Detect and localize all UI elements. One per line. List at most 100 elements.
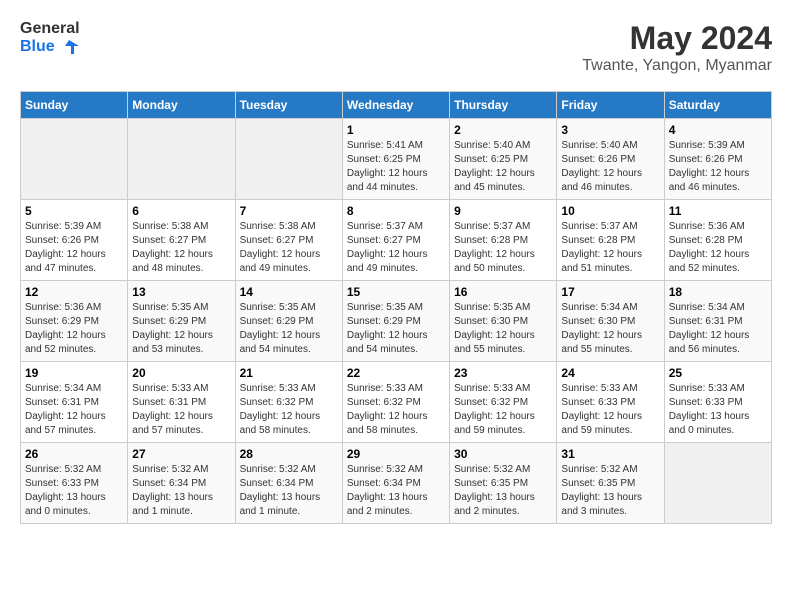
day-info: Sunrise: 5:40 AMSunset: 6:26 PMDaylight:… <box>561 139 659 195</box>
day-cell: 29 Sunrise: 5:32 AMSunset: 6:34 PMDayligh… <box>342 443 449 524</box>
subtitle: Twante, Yangon, Myanmar <box>582 57 772 75</box>
day-number: 9 <box>454 204 552 218</box>
day-info: Sunrise: 5:34 AMSunset: 6:31 PMDaylight:… <box>25 382 123 438</box>
day-number: 18 <box>669 285 767 299</box>
day-info: Sunrise: 5:34 AMSunset: 6:31 PMDaylight:… <box>669 301 767 357</box>
day-info: Sunrise: 5:35 AMSunset: 6:29 PMDaylight:… <box>132 301 230 357</box>
day-number: 8 <box>347 204 445 218</box>
week-row-3: 12 Sunrise: 5:36 AMSunset: 6:29 PMDayligh… <box>21 281 772 362</box>
day-info: Sunrise: 5:37 AMSunset: 6:28 PMDaylight:… <box>561 220 659 276</box>
day-number: 15 <box>347 285 445 299</box>
day-info: Sunrise: 5:36 AMSunset: 6:29 PMDaylight:… <box>25 301 123 357</box>
day-cell: 2 Sunrise: 5:40 AMSunset: 6:25 PMDaylight… <box>450 119 557 200</box>
header-cell-thursday: Thursday <box>450 92 557 119</box>
day-info: Sunrise: 5:37 AMSunset: 6:28 PMDaylight:… <box>454 220 552 276</box>
day-number: 19 <box>25 366 123 380</box>
header-cell-tuesday: Tuesday <box>235 92 342 119</box>
day-info: Sunrise: 5:33 AMSunset: 6:32 PMDaylight:… <box>347 382 445 438</box>
day-cell: 18 Sunrise: 5:34 AMSunset: 6:31 PMDayligh… <box>664 281 771 362</box>
day-cell: 31 Sunrise: 5:32 AMSunset: 6:35 PMDayligh… <box>557 443 664 524</box>
calendar-table: SundayMondayTuesdayWednesdayThursdayFrid… <box>20 91 772 524</box>
header-cell-monday: Monday <box>128 92 235 119</box>
main-title: May 2024 <box>582 20 772 57</box>
day-info: Sunrise: 5:32 AMSunset: 6:35 PMDaylight:… <box>561 463 659 519</box>
day-number: 27 <box>132 447 230 461</box>
logo-blue: Blue <box>20 38 80 56</box>
page-header: General Blue May 2024 Twante, Yangon, My… <box>20 20 772 75</box>
day-cell: 21Sunrise: 5:33 AMSunset: 6:32 PMDayligh… <box>235 362 342 443</box>
day-info: Sunrise: 5:35 AMSunset: 6:30 PMDaylight:… <box>454 301 552 357</box>
day-info: Sunrise: 5:38 AMSunset: 6:27 PMDaylight:… <box>132 220 230 276</box>
day-number: 20 <box>132 366 230 380</box>
title-block: May 2024 Twante, Yangon, Myanmar <box>582 20 772 75</box>
day-cell: 25 Sunrise: 5:33 AMSunset: 6:33 PMDayligh… <box>664 362 771 443</box>
day-info: Sunrise: 5:33 AMSunset: 6:31 PMDaylight:… <box>132 382 230 438</box>
day-number: 7 <box>240 204 338 218</box>
day-info: Sunrise: 5:32 AMSunset: 6:33 PMDaylight:… <box>25 463 123 519</box>
logo: General Blue <box>20 20 80 56</box>
day-cell: 27Sunrise: 5:32 AMSunset: 6:34 PMDayligh… <box>128 443 235 524</box>
day-info: Sunrise: 5:32 AMSunset: 6:34 PMDaylight:… <box>240 463 338 519</box>
header-cell-friday: Friday <box>557 92 664 119</box>
day-info: Sunrise: 5:40 AMSunset: 6:25 PMDaylight:… <box>454 139 552 195</box>
day-info: Sunrise: 5:33 AMSunset: 6:32 PMDaylight:… <box>454 382 552 438</box>
day-info: Sunrise: 5:33 AMSunset: 6:33 PMDaylight:… <box>669 382 767 438</box>
day-info: Sunrise: 5:39 AMSunset: 6:26 PMDaylight:… <box>669 139 767 195</box>
day-number: 17 <box>561 285 659 299</box>
day-info: Sunrise: 5:38 AMSunset: 6:27 PMDaylight:… <box>240 220 338 276</box>
day-cell <box>664 443 771 524</box>
day-info: Sunrise: 5:37 AMSunset: 6:27 PMDaylight:… <box>347 220 445 276</box>
logo-bird-icon <box>59 38 79 56</box>
day-number: 12 <box>25 285 123 299</box>
day-cell: 19 Sunrise: 5:34 AMSunset: 6:31 PMDayligh… <box>21 362 128 443</box>
day-info: Sunrise: 5:36 AMSunset: 6:28 PMDaylight:… <box>669 220 767 276</box>
header-cell-sunday: Sunday <box>21 92 128 119</box>
day-cell: 11 Sunrise: 5:36 AMSunset: 6:28 PMDayligh… <box>664 200 771 281</box>
day-number: 22 <box>347 366 445 380</box>
week-row-4: 19 Sunrise: 5:34 AMSunset: 6:31 PMDayligh… <box>21 362 772 443</box>
day-info: Sunrise: 5:32 AMSunset: 6:34 PMDaylight:… <box>347 463 445 519</box>
day-cell <box>235 119 342 200</box>
day-number: 10 <box>561 204 659 218</box>
day-number: 13 <box>132 285 230 299</box>
day-number: 16 <box>454 285 552 299</box>
day-number: 2 <box>454 123 552 137</box>
day-cell: 12 Sunrise: 5:36 AMSunset: 6:29 PMDayligh… <box>21 281 128 362</box>
week-row-1: 1 Sunrise: 5:41 AMSunset: 6:25 PMDaylight… <box>21 119 772 200</box>
day-cell: 14Sunrise: 5:35 AMSunset: 6:29 PMDayligh… <box>235 281 342 362</box>
day-number: 29 <box>347 447 445 461</box>
day-cell: 22 Sunrise: 5:33 AMSunset: 6:32 PMDayligh… <box>342 362 449 443</box>
day-info: Sunrise: 5:41 AMSunset: 6:25 PMDaylight:… <box>347 139 445 195</box>
day-number: 4 <box>669 123 767 137</box>
day-cell: 24Sunrise: 5:33 AMSunset: 6:33 PMDayligh… <box>557 362 664 443</box>
day-info: Sunrise: 5:32 AMSunset: 6:35 PMDaylight:… <box>454 463 552 519</box>
day-number: 14 <box>240 285 338 299</box>
day-cell: 30 Sunrise: 5:32 AMSunset: 6:35 PMDayligh… <box>450 443 557 524</box>
day-cell: 5Sunrise: 5:39 AMSunset: 6:26 PMDaylight… <box>21 200 128 281</box>
day-number: 30 <box>454 447 552 461</box>
day-number: 31 <box>561 447 659 461</box>
day-cell: 7 Sunrise: 5:38 AMSunset: 6:27 PMDaylight… <box>235 200 342 281</box>
day-cell: 13 Sunrise: 5:35 AMSunset: 6:29 PMDayligh… <box>128 281 235 362</box>
day-number: 28 <box>240 447 338 461</box>
day-cell: 3Sunrise: 5:40 AMSunset: 6:26 PMDaylight… <box>557 119 664 200</box>
day-cell: 20 Sunrise: 5:33 AMSunset: 6:31 PMDayligh… <box>128 362 235 443</box>
day-info: Sunrise: 5:33 AMSunset: 6:33 PMDaylight:… <box>561 382 659 438</box>
day-cell: 6Sunrise: 5:38 AMSunset: 6:27 PMDaylight… <box>128 200 235 281</box>
week-row-5: 26 Sunrise: 5:32 AMSunset: 6:33 PMDayligh… <box>21 443 772 524</box>
day-number: 25 <box>669 366 767 380</box>
day-number: 11 <box>669 204 767 218</box>
week-row-2: 5Sunrise: 5:39 AMSunset: 6:26 PMDaylight… <box>21 200 772 281</box>
day-cell: 10 Sunrise: 5:37 AMSunset: 6:28 PMDayligh… <box>557 200 664 281</box>
day-number: 1 <box>347 123 445 137</box>
header-row: SundayMondayTuesdayWednesdayThursdayFrid… <box>21 92 772 119</box>
day-cell <box>128 119 235 200</box>
day-cell: 9 Sunrise: 5:37 AMSunset: 6:28 PMDaylight… <box>450 200 557 281</box>
day-cell: 1 Sunrise: 5:41 AMSunset: 6:25 PMDaylight… <box>342 119 449 200</box>
day-number: 26 <box>25 447 123 461</box>
day-cell: 8 Sunrise: 5:37 AMSunset: 6:27 PMDaylight… <box>342 200 449 281</box>
day-info: Sunrise: 5:33 AMSunset: 6:32 PMDaylight:… <box>240 382 338 438</box>
day-info: Sunrise: 5:39 AMSunset: 6:26 PMDaylight:… <box>25 220 123 276</box>
day-cell: 28 Sunrise: 5:32 AMSunset: 6:34 PMDayligh… <box>235 443 342 524</box>
day-cell: 17Sunrise: 5:34 AMSunset: 6:30 PMDayligh… <box>557 281 664 362</box>
